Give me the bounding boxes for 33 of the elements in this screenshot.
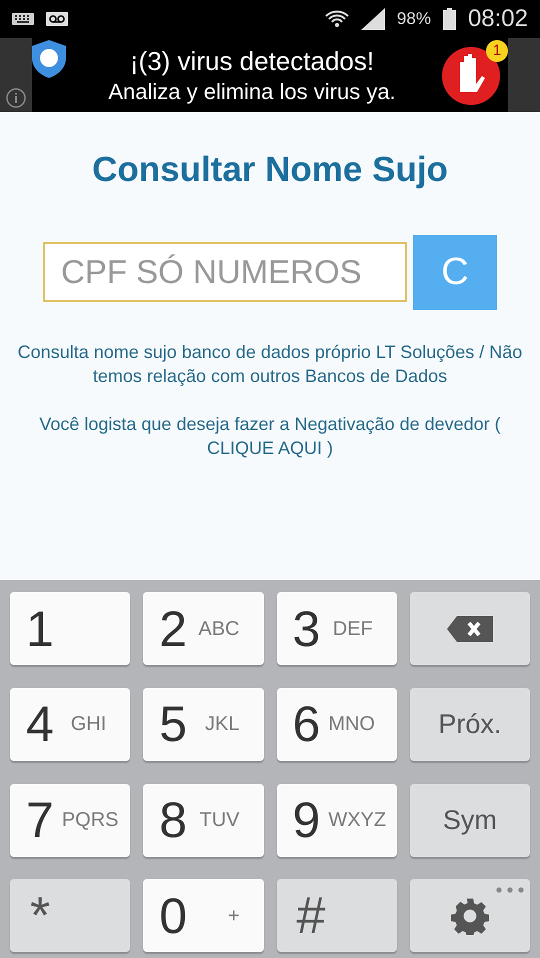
backspace-icon bbox=[446, 616, 493, 642]
cpf-input[interactable]: CPF SÓ NUMEROS bbox=[43, 242, 407, 302]
notification-badge: 1 bbox=[486, 40, 508, 62]
key[interactable]: 0 + bbox=[143, 879, 264, 952]
shield-icon bbox=[32, 40, 66, 78]
page-title: Consultar Nome Sujo bbox=[92, 149, 448, 191]
battery-icon bbox=[442, 8, 456, 30]
info-text: Você logista que deseja fazer a Negativação de devedor ( CLIQUE AQUI ) bbox=[38, 412, 502, 460]
info-text: Consulta nome sujo banco de dados próprio LT Soluções / Não temos relação com outros Bancos de Dados bbox=[16, 340, 524, 388]
ad-banner[interactable]: ¡(3) virus detectados! Analiza y elimina los virus ya. 1 bbox=[0, 38, 540, 112]
key[interactable]: # bbox=[276, 879, 397, 952]
signal-icon bbox=[360, 8, 385, 30]
backspace-key[interactable] bbox=[410, 592, 530, 665]
key[interactable]: 2 ABC bbox=[143, 592, 264, 665]
key[interactable]: 3 DEF bbox=[276, 592, 397, 665]
key[interactable]: 1 bbox=[10, 592, 130, 665]
settings-icon bbox=[450, 896, 489, 935]
ad-headline: ¡(3) virus detectados! bbox=[130, 45, 374, 78]
more-icon bbox=[496, 887, 524, 894]
voicemail-icon bbox=[46, 12, 68, 26]
info-icon bbox=[6, 88, 26, 108]
ad-subline: Analiza y elimina los virus ya. bbox=[108, 78, 396, 105]
settings-key[interactable] bbox=[410, 879, 530, 952]
battery-percent: 98% bbox=[396, 8, 431, 30]
key[interactable]: 4 GHI bbox=[10, 688, 130, 761]
key[interactable]: Sym bbox=[410, 784, 530, 856]
keyboard-icon bbox=[12, 13, 34, 25]
wifi-icon bbox=[324, 8, 349, 30]
key[interactable]: * bbox=[10, 879, 130, 952]
key[interactable]: 5 JKL bbox=[143, 688, 264, 761]
key[interactable]: 8 TUV bbox=[143, 784, 264, 856]
clock: 08:02 bbox=[468, 4, 528, 34]
key[interactable]: Próx. bbox=[410, 688, 530, 761]
